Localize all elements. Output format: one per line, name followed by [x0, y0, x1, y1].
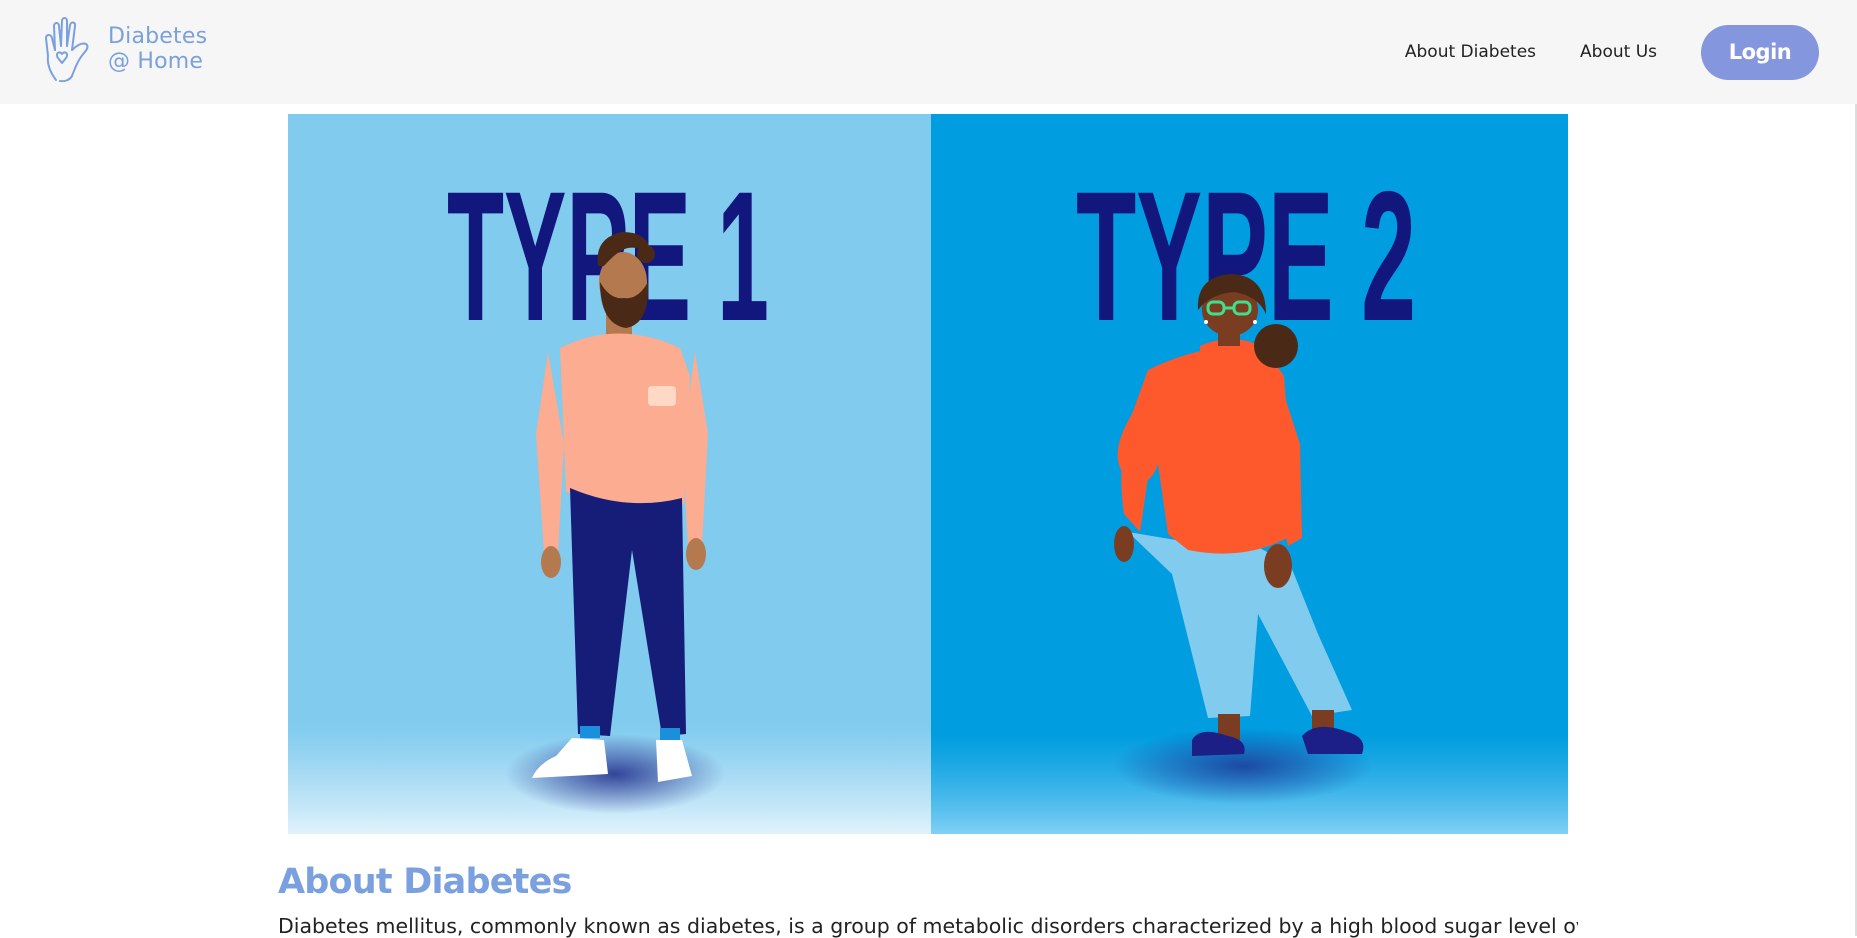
- brand-name: Diabetes @ Home: [108, 24, 207, 74]
- about-diabetes-heading: About Diabetes: [278, 862, 572, 902]
- brand-line-1: Diabetes: [108, 24, 208, 49]
- main-nav: About Diabetes About Us Login: [1405, 0, 1819, 104]
- nav-link-about-us[interactable]: About Us: [1580, 42, 1657, 62]
- type1-type2-illustration: TYPE 1 TYPE 2: [288, 114, 1568, 834]
- brand-logo[interactable]: Diabetes @ Home: [42, 16, 207, 82]
- about-diabetes-intro: Diabetes mellitus, commonly known as dia…: [278, 914, 1578, 938]
- login-button[interactable]: Login: [1701, 24, 1819, 80]
- hero-image: TYPE 1 TYPE 2: [288, 114, 1568, 834]
- brand-line-2: @ Home: [108, 49, 204, 74]
- hand-heart-icon: [45, 17, 89, 82]
- top-navigation-bar: Diabetes @ Home About Diabetes About Us …: [0, 0, 1857, 104]
- nav-link-about-diabetes[interactable]: About Diabetes: [1405, 42, 1536, 62]
